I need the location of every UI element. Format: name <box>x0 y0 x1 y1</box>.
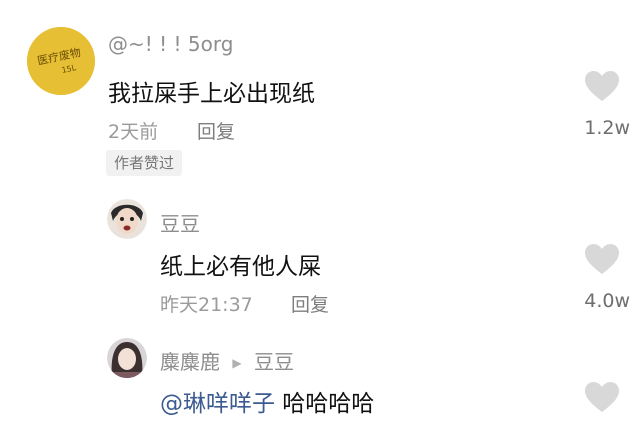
comment-text: 我拉屎手上必出现纸 <box>108 81 315 107</box>
reply-button[interactable]: 回复 <box>197 117 235 144</box>
like-button[interactable] <box>584 243 620 279</box>
like-button[interactable] <box>584 381 620 417</box>
heart-icon <box>585 71 619 101</box>
avatar[interactable]: 医疗废物 15L <box>27 27 95 95</box>
avatar[interactable] <box>107 199 147 239</box>
like-count: 4.0w <box>584 290 630 312</box>
reply-username[interactable]: 麋麋鹿 <box>160 350 220 374</box>
heart-icon <box>585 382 619 412</box>
reply-username[interactable]: 豆豆 <box>160 208 200 237</box>
reply-arrow-icon: ▶ <box>232 356 242 370</box>
author-liked-badge: 作者赞过 <box>106 150 183 176</box>
medical-waste-logo: 医疗废物 15L <box>27 27 95 95</box>
reply-text: @琳咩咩子 哈哈哈哈 <box>160 384 374 418</box>
avatar[interactable] <box>107 338 147 378</box>
reply-time: 昨天21:37 <box>160 294 253 316</box>
avatar-image <box>107 338 147 378</box>
mention-link[interactable]: @琳咩咩子 <box>160 391 275 417</box>
reply-to-username[interactable]: 豆豆 <box>254 350 294 374</box>
reply-button[interactable]: 回复 <box>291 290 329 317</box>
comment-username[interactable]: @~! ! ! 5org <box>108 32 233 56</box>
reply-text: 纸上必有他人屎 <box>160 254 321 280</box>
heart-icon <box>585 244 619 274</box>
reply-text-body: 哈哈哈哈 <box>275 391 375 417</box>
like-button[interactable] <box>584 70 620 106</box>
comment-time: 2天前 <box>108 121 159 143</box>
avatar-image <box>107 199 147 239</box>
like-count: 1.2w <box>584 117 630 139</box>
reply-header: 麋麋鹿 ▶ 豆豆 <box>160 346 294 375</box>
